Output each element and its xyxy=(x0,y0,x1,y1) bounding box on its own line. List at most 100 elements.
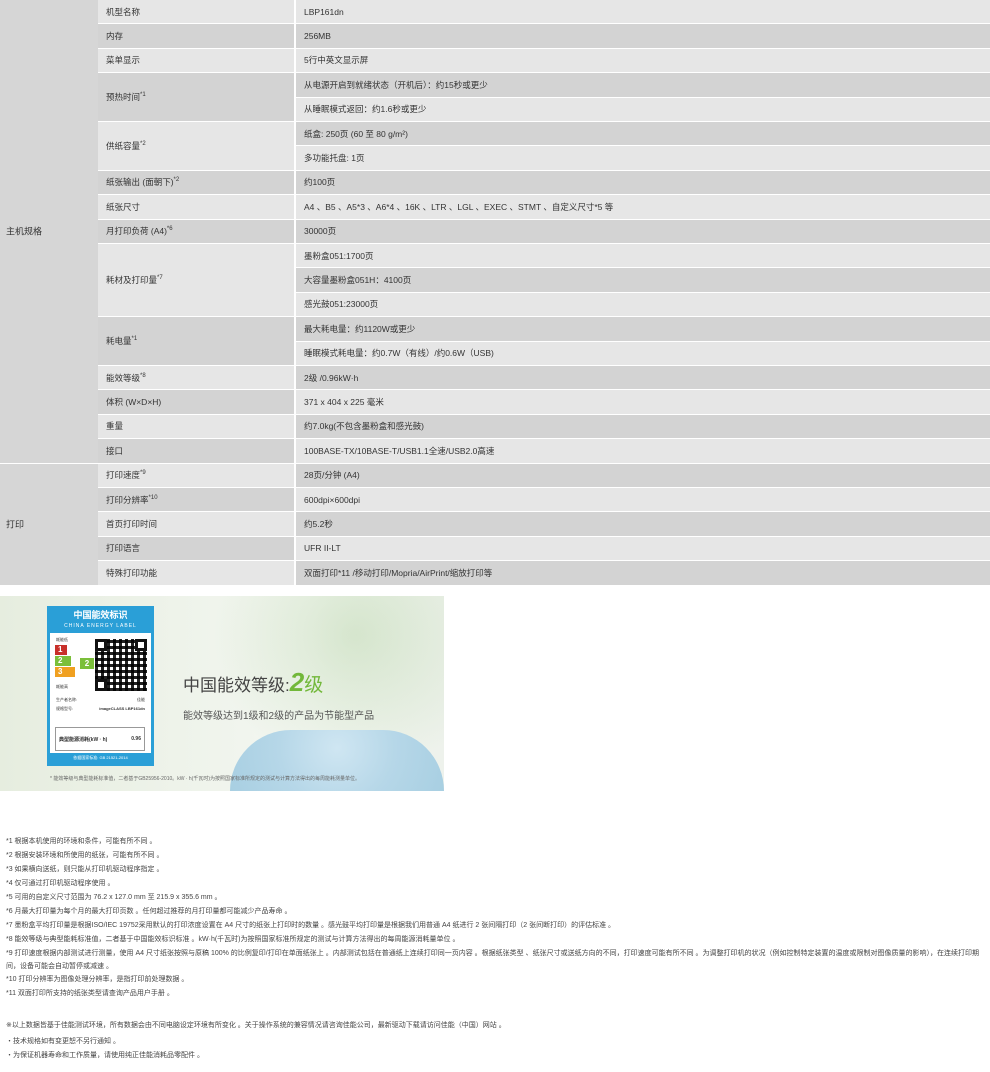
footnote-item: *1 根据本机使用的环境和条件，可能有所不同 。 xyxy=(6,838,157,845)
typical-energy-label: 典型能源消耗(kW · h) xyxy=(59,737,108,743)
spec-value-text: 双面打印*11 /移动打印/Mopria/AirPrint/缩放打印等 xyxy=(304,567,493,578)
spec-category-text: 主机规格 xyxy=(6,226,43,237)
spec-value-text: A4 、B5 、A5*3 、A6*4 、16K 、LTR 、LGL 、EXEC … xyxy=(304,201,614,212)
maker-label: 生产者名称: xyxy=(56,697,78,702)
spec-label-text: 供纸容量 xyxy=(106,140,141,151)
spec-label-text: 月打印负荷 (A4) xyxy=(106,226,167,237)
typical-energy-value: 0.96 xyxy=(131,736,141,742)
model-label: 规格型号: xyxy=(56,706,74,711)
spec-value-text: 从电源开启到就绪状态（开机后）：约15秒或更少 xyxy=(304,79,488,90)
spec-value-text: 100BASE-TX/10BASE-T/USB1.1全速/USB2.0高速 xyxy=(304,445,495,456)
spec-label: 首页打印时间 xyxy=(98,512,294,536)
spec-label-text: 重量 xyxy=(106,421,124,432)
spec-value-text: 约5.2秒 xyxy=(304,519,333,530)
spec-value: 28页/分钟 (A4) xyxy=(296,463,990,487)
spec-label: 重量 xyxy=(98,414,294,439)
spec-value-text: 墨粉盒051:1700页 xyxy=(304,250,374,261)
spec-label: 打印分辨率*10 xyxy=(98,488,294,512)
spec-label-text: 纸张尺寸 xyxy=(106,201,141,212)
spec-label: 纸张输出 (面朝下)*2 xyxy=(98,170,294,195)
spec-label: 内存 xyxy=(98,24,294,48)
spec-label-note: *7 xyxy=(157,275,163,282)
spec-value-text: 感光鼓051:23000页 xyxy=(304,299,379,310)
spec-value-text: LBP161dn xyxy=(304,6,344,17)
spec-value: UFR II-LT xyxy=(296,536,990,561)
grade-bars: 1 2 3 xyxy=(55,645,79,678)
spec-value: 从电源开启到就绪状态（开机后）：约15秒或更少 xyxy=(296,73,990,97)
footnote-item: *5 可用的自定义尺寸范围为 76.2 x 127.0 mm 至 215.9 x… xyxy=(6,894,222,901)
energy-grade-number: 2 xyxy=(289,667,305,697)
spec-label-note: *9 xyxy=(140,470,146,477)
spec-value: 最大耗电量：约1120W或更少 xyxy=(296,317,990,341)
spec-label: 机型名称 xyxy=(98,0,294,24)
spec-value-text: 600dpi×600dpi xyxy=(304,494,361,505)
spec-value: LBP161dn xyxy=(296,0,990,24)
spec-label-text: 耗材及打印量 xyxy=(106,275,158,286)
spec-value-text: 5行中英文显示屏 xyxy=(304,55,369,66)
spec-value: A4 、B5 、A5*3 、A6*4 、16K 、LTR 、LGL 、EXEC … xyxy=(296,195,990,219)
energy-label-title: 中国能效标识 xyxy=(73,610,128,620)
spec-label-note: *2 xyxy=(140,141,146,148)
spec-value-text: 28页/分钟 (A4) xyxy=(304,470,360,481)
banner-footnote: * 能效等级与典型能耗标准值，二者基于GB25956-2010。kW · h(千… xyxy=(50,776,361,782)
spec-value: 睡眠模式耗电量：约0.7W（有线）/约0.6W（USB) xyxy=(296,341,990,365)
spec-label: 特殊打印功能 xyxy=(98,561,294,585)
spec-value: 256MB xyxy=(296,24,990,48)
spec-label-text: 纸张输出 (面朝下) xyxy=(106,177,174,188)
grade-high-text: 耗能高 xyxy=(56,684,68,689)
spec-label: 接口 xyxy=(98,439,294,463)
spec-value: 约5.2秒 xyxy=(296,512,990,536)
spec-label: 耗材及打印量*7 xyxy=(98,244,294,317)
spec-value: 大容量墨粉盒051H：4100页 xyxy=(296,268,990,292)
spec-value-text: 多功能托盘: 1页 xyxy=(304,153,365,164)
spec-table: 机型名称 LBP161dn 内存 256MB 菜单显示 5行中英文显示屏 预热时间*1 从电源… xyxy=(0,0,990,585)
spec-value-text: 约100页 xyxy=(304,177,336,188)
spec-value: 约100页 xyxy=(296,170,990,195)
spec-value: 30000页 xyxy=(296,219,990,243)
spec-value: 371 x 404 x 225 毫米 xyxy=(296,390,990,414)
spec-label-note: *1 xyxy=(131,336,138,343)
grade-bar-2: 2 xyxy=(55,656,71,666)
spec-label-text: 菜单显示 xyxy=(106,55,141,66)
spec-label-note: *1 xyxy=(140,92,146,99)
energy-label-header: 中国能效标识 CHINA ENERGY LABEL xyxy=(50,609,151,633)
disclaimer-item: ※以上数据皆基于佳能测试环境，所有数据会由不同电脑设定环境有所变化 。关于操作系… xyxy=(6,1022,506,1029)
maker-value: 佳能 xyxy=(137,697,145,702)
spec-label-text: 打印速度 xyxy=(106,470,141,481)
spec-value: 多功能托盘: 1页 xyxy=(296,146,990,170)
spec-value-text: 睡眠模式耗电量：约0.7W（有线）/约0.6W（USB) xyxy=(304,348,494,359)
spec-value: 墨粉盒051:1700页 xyxy=(296,244,990,268)
spec-label-text: 特殊打印功能 xyxy=(106,567,158,578)
spec-value-text: 256MB xyxy=(304,31,331,42)
grade-bar-3: 3 xyxy=(55,667,75,677)
spec-label: 耗电量*1 xyxy=(98,317,294,365)
spec-label: 纸张尺寸 xyxy=(98,195,294,219)
spec-label-note: *8 xyxy=(140,372,146,379)
disclaimer-item: ・为保证机器寿命和工作质量，请使用纯正佳能消耗品零配件 。 xyxy=(6,1052,204,1059)
spec-value-text: UFR II-LT xyxy=(304,543,341,554)
spec-label-note: *10 xyxy=(148,494,158,501)
spec-value-text: 30000页 xyxy=(304,226,337,237)
footnote-item: *8 能效等级与典型能耗标准值，二者基于中国能效标识标准 。kW·h(千瓦时)为… xyxy=(6,936,460,943)
energy-grade-prefix: 中国能效等级: xyxy=(183,676,290,695)
energy-label-card: 中国能效标识 CHINA ENERGY LABEL 耗能低 1 2 3 2 耗能… xyxy=(47,606,154,766)
footnotes: *1 根据本机使用的环境和条件，可能有所不同 。 *2 根据安装环境和所使用的纸张… xyxy=(6,835,986,1001)
spec-label: 供纸容量*2 xyxy=(98,122,294,170)
spec-label-text: 机型名称 xyxy=(106,6,141,17)
model-value: imageCLASS LBP161dn xyxy=(99,706,145,711)
spec-label: 打印语言 xyxy=(98,536,294,561)
spec-label-note: *6 xyxy=(166,226,173,233)
spec-label: 打印速度*9 xyxy=(98,463,294,487)
spec-label-text: 首页打印时间 xyxy=(106,519,158,530)
spec-value-text: 纸盒: 250页 (60 至 80 g/m²) xyxy=(304,128,408,139)
footnote-item: *7 墨粉盒平均打印量是根据ISO/IEC 19752采用默认的打印浓度设置在 … xyxy=(6,922,616,929)
spec-label-text: 接口 xyxy=(106,445,124,456)
footnote-item: *11 双面打印所支持的纸张类型请查询产品用户手册 。 xyxy=(6,990,174,997)
energy-label-title-en: CHINA ENERGY LABEL xyxy=(64,623,137,629)
energy-grade-subtitle: 能效等级达到1级和2级的产品为节能型产品 xyxy=(183,711,375,722)
grade-badge: 2 xyxy=(80,658,94,669)
spec-value-text: 2级 /0.96kW·h xyxy=(304,372,359,383)
spec-value: 5行中英文显示屏 xyxy=(296,48,990,73)
disclaimer-item: ・技术规格如有变更恕不另行通知 。 xyxy=(6,1038,120,1045)
spec-label: 体积 (W×D×H) xyxy=(98,390,294,414)
